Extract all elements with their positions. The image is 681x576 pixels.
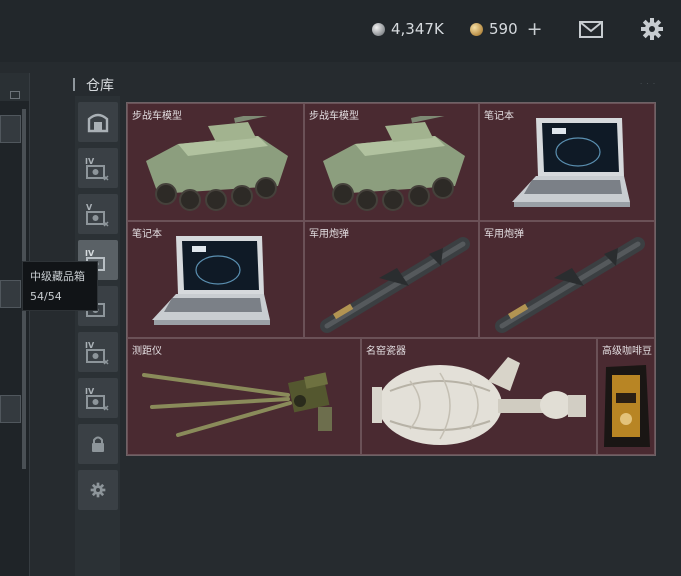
- tooltip-title: 中级藏品箱: [30, 270, 85, 283]
- porcelain-vase-icon: [372, 357, 586, 445]
- tab-tier-label: IV: [85, 341, 95, 350]
- ifv-model-icon: [323, 116, 465, 211]
- tab-locked[interactable]: [78, 424, 118, 464]
- tab-container-6[interactable]: IV: [78, 332, 118, 372]
- item-slot[interactable]: 步战车模型: [304, 103, 479, 221]
- warehouse-title: 仓库: [86, 78, 114, 94]
- laptop-icon: [152, 236, 270, 325]
- item-slot[interactable]: 军用炮弹: [304, 221, 479, 338]
- gold-currency: 590 +: [470, 19, 543, 38]
- missile-icon: [320, 237, 470, 333]
- title-accent-bar: [73, 78, 75, 91]
- item-slot[interactable]: 笔记本: [127, 221, 304, 338]
- tab-tier-label: IV: [85, 157, 95, 166]
- add-currency-button[interactable]: +: [527, 19, 543, 38]
- coffee-bag-icon: [604, 365, 650, 447]
- tab-tier-label: IV: [85, 249, 95, 258]
- settings-gear-icon[interactable]: [640, 17, 664, 41]
- gold-coin-icon: [470, 22, 483, 36]
- container-icon: IV: [85, 157, 109, 181]
- item-name: 高级咖啡豆: [602, 346, 652, 357]
- tab-tier-label: IV: [85, 387, 95, 396]
- container-tab-strip: IV V IV IV IV: [75, 96, 120, 576]
- tab-container-1[interactable]: [78, 102, 118, 142]
- container-icon: IV: [85, 341, 109, 365]
- tab-container-2[interactable]: IV: [78, 148, 118, 188]
- collapse-icon[interactable]: [10, 91, 20, 99]
- gold-amount: 590: [489, 20, 518, 38]
- item-slot[interactable]: 高级咖啡豆: [597, 338, 655, 455]
- gear-icon: [90, 482, 106, 498]
- tab-tier-label: V: [86, 203, 93, 212]
- item-slot[interactable]: 测距仪: [127, 338, 361, 455]
- tab-container-7[interactable]: IV: [78, 378, 118, 418]
- ifv-model-icon: [146, 116, 288, 211]
- left-slot[interactable]: [0, 280, 21, 308]
- container-tooltip: 中级藏品箱 54/54: [22, 261, 98, 311]
- container-icon: IV: [85, 387, 109, 411]
- rangefinder-icon: [142, 372, 332, 437]
- item-slot[interactable]: 步战车模型: [127, 103, 304, 221]
- container-icon: [87, 113, 109, 133]
- laptop-icon: [512, 118, 630, 207]
- tooltip-capacity: 54/54: [30, 290, 62, 303]
- warehouse-grid: 步战车模型 步战车模型 笔记本 笔记本 军用炮弹 军用炮弹 测距仪 名窑瓷器 高…: [126, 102, 656, 456]
- left-slot[interactable]: [0, 395, 21, 423]
- item-slot[interactable]: 笔记本: [479, 103, 655, 221]
- tab-container-3[interactable]: V: [78, 194, 118, 234]
- mail-icon[interactable]: [579, 21, 603, 38]
- container-icon: V: [86, 203, 109, 227]
- missile-icon: [495, 237, 645, 333]
- tab-settings[interactable]: [78, 470, 118, 510]
- lock-icon: [92, 436, 104, 452]
- item-slot[interactable]: 名窑瓷器: [361, 338, 597, 455]
- silver-coin-icon: [372, 22, 385, 36]
- silver-currency: 4,347K: [372, 20, 444, 38]
- window-marks: · · ·: [640, 80, 657, 88]
- silver-amount: 4,347K: [391, 20, 444, 38]
- item-slot[interactable]: 军用炮弹: [479, 221, 655, 338]
- left-inventory-panel: [0, 73, 30, 576]
- left-slot[interactable]: [0, 115, 21, 143]
